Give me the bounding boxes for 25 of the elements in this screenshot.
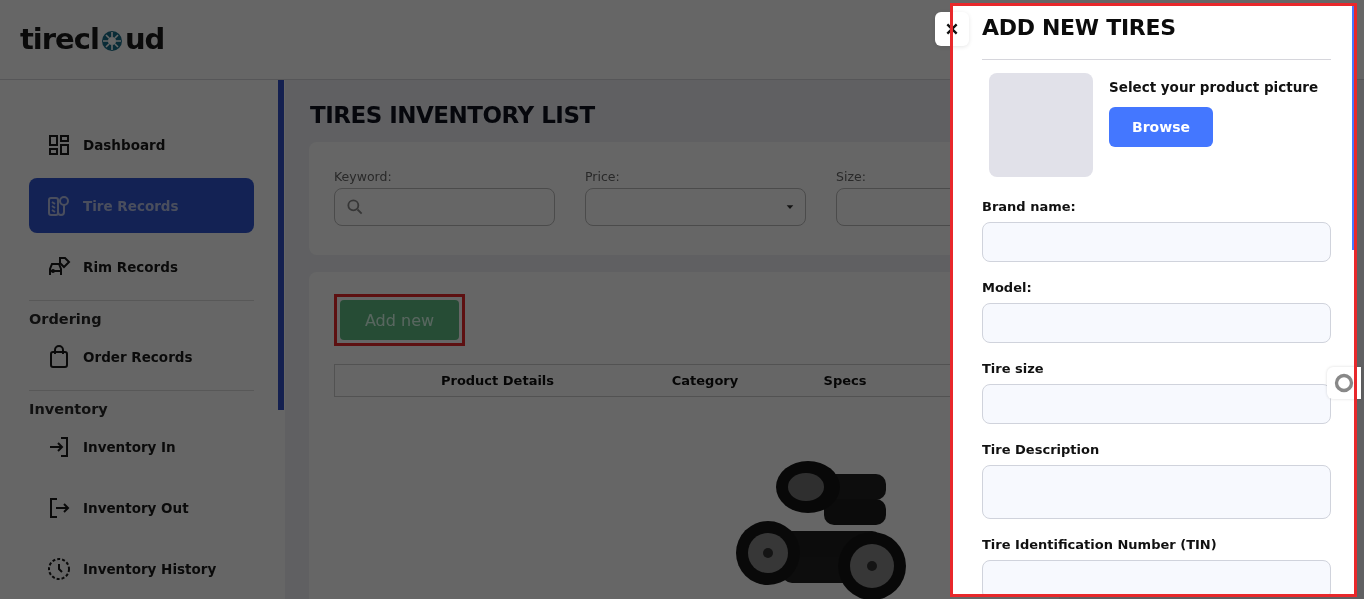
sidebar-item[interactable]: Inventory In bbox=[29, 419, 254, 474]
logo-text: ud bbox=[124, 25, 165, 54]
section-heading: Inventory bbox=[29, 401, 109, 417]
field-label: Model: bbox=[982, 280, 1033, 296]
sidebar-item[interactable]: Inventory Out bbox=[29, 480, 254, 535]
field-label: Tire Identification Number (TIN) bbox=[982, 537, 1218, 553]
page-title: TIRES INVENTORY LIST bbox=[310, 101, 595, 130]
column-header: Specs bbox=[822, 373, 868, 388]
drawer-title: ADD NEW TIRES bbox=[982, 15, 1331, 60]
sidebar-item[interactable]: Rim Records bbox=[29, 239, 254, 294]
field-label: Brand name: bbox=[982, 199, 1077, 215]
filter-label: Keyword: bbox=[334, 169, 393, 184]
filter-label: Price: bbox=[585, 169, 621, 184]
filter-label: Size: bbox=[836, 169, 867, 184]
section-heading: Ordering bbox=[29, 311, 103, 327]
column-header: Category bbox=[670, 373, 740, 388]
column-header: Product Details bbox=[439, 373, 556, 388]
logo-text: tirecl bbox=[20, 25, 99, 54]
upload-prompt: Select your product picture bbox=[1109, 79, 1319, 95]
field-label: Tire size bbox=[982, 361, 1045, 377]
sidebar-item[interactable]: Dashboard bbox=[29, 117, 254, 172]
sidebar-item[interactable]: Order Records bbox=[29, 329, 254, 384]
sidebar-item[interactable]: Inventory History bbox=[29, 541, 254, 596]
field-label: Tire Description bbox=[982, 442, 1101, 458]
browse-button[interactable]: Browse bbox=[1109, 107, 1213, 147]
